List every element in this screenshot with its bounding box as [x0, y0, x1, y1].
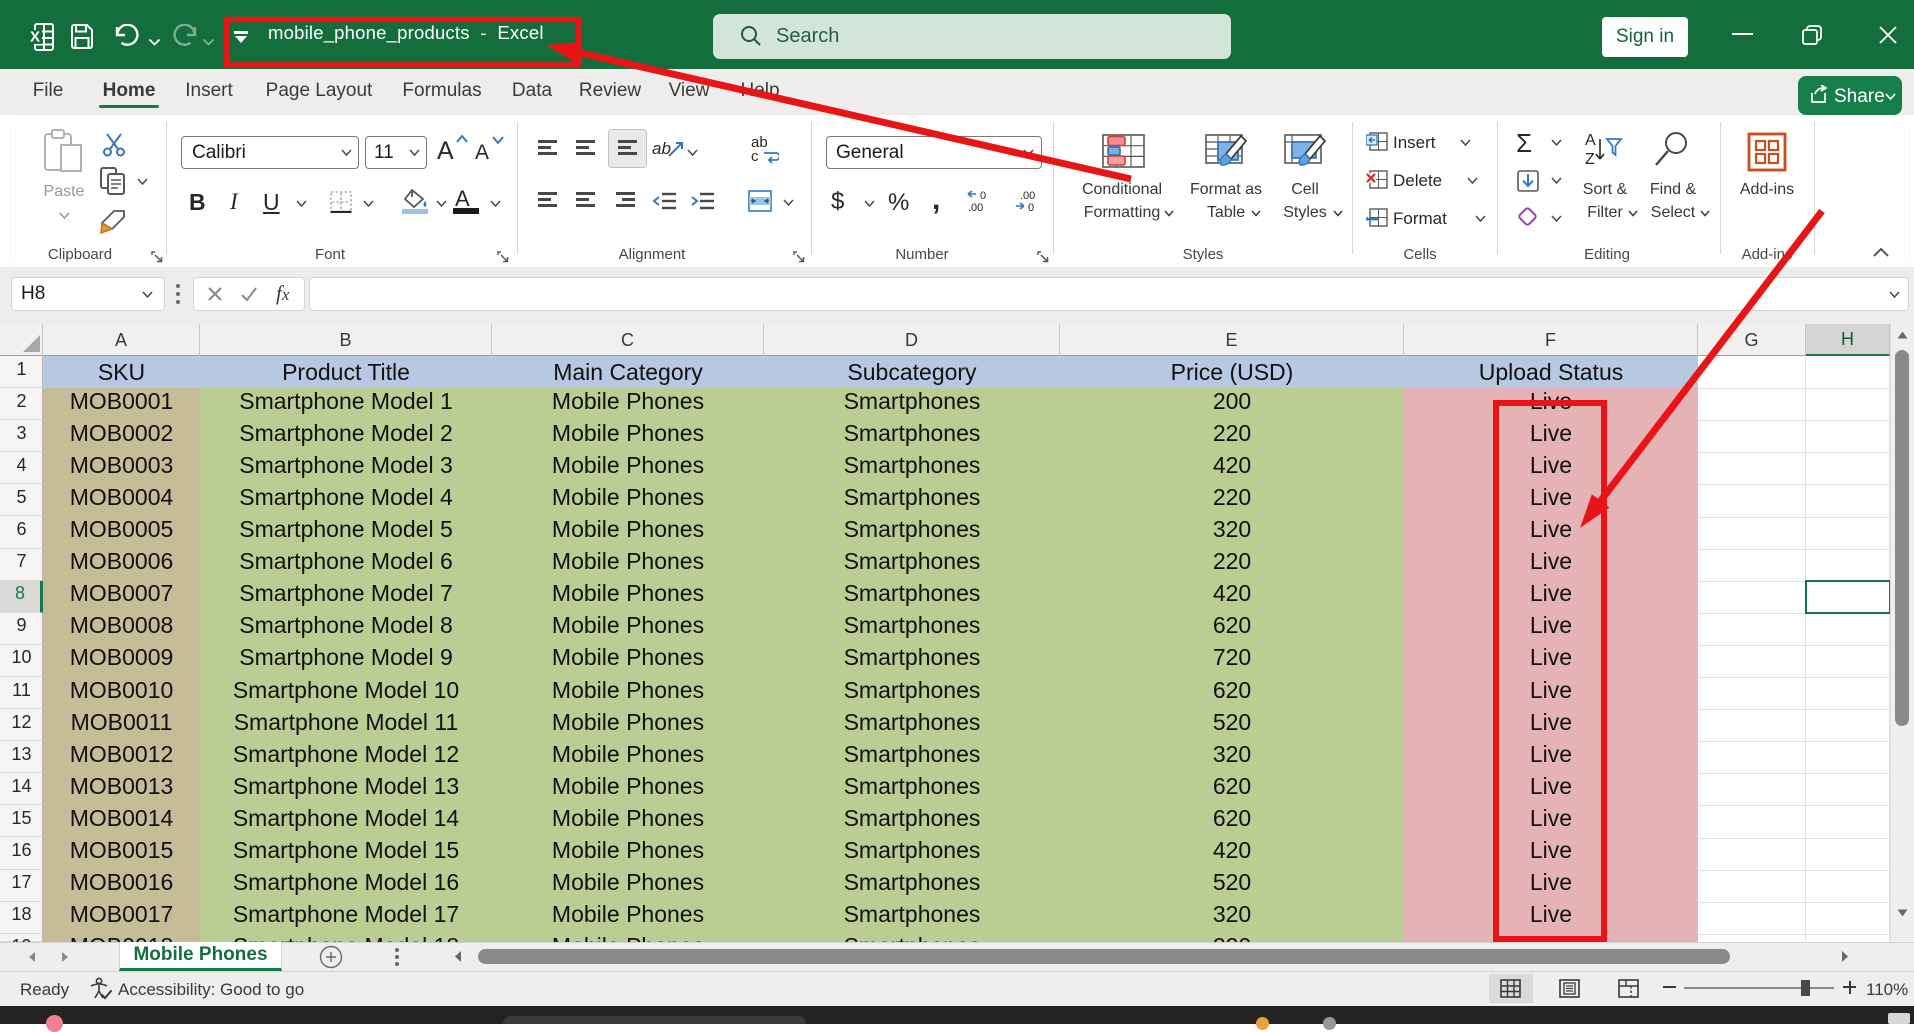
svg-text:A: A [1585, 132, 1596, 149]
svg-text:.00: .00 [968, 202, 983, 213]
svg-text:0: 0 [980, 190, 986, 202]
svg-text:.00: .00 [1020, 190, 1035, 202]
svg-text:Z: Z [1585, 151, 1595, 168]
svg-text:X: X [30, 29, 40, 46]
svg-text:0: 0 [1028, 202, 1034, 213]
